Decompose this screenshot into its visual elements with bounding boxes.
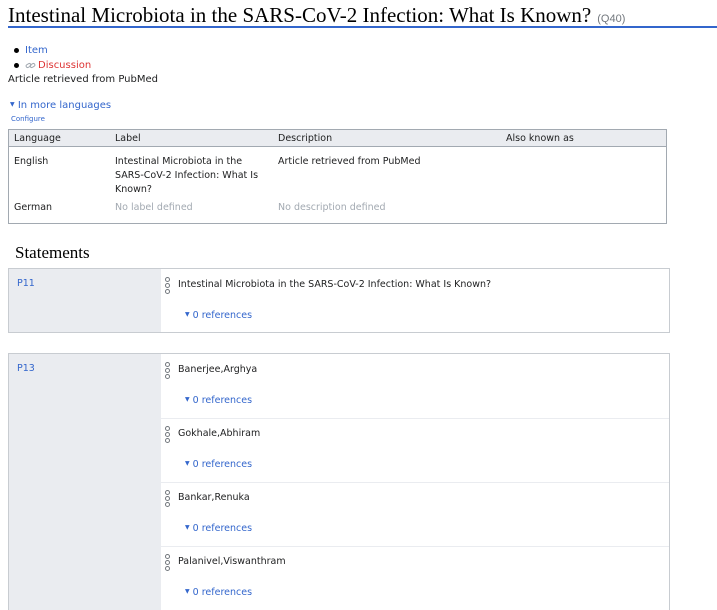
rank-normal-icon[interactable] (164, 362, 170, 379)
aliases-cell[interactable] (501, 197, 667, 224)
language-cell: English (14, 156, 49, 167)
table-row: German No label defined No description d… (9, 197, 667, 224)
page-title: Intestinal Microbiota in the SARS-CoV-2 … (8, 3, 592, 27)
configure-link[interactable]: Configure (11, 115, 45, 123)
bullet-icon (14, 63, 19, 68)
col-aliases: Also known as (501, 129, 667, 147)
references-toggle[interactable]: ▼ 0 references (185, 459, 252, 470)
statement-value-text[interactable]: Banerjee,Arghya (178, 364, 257, 375)
property-link[interactable]: P11 (17, 278, 35, 289)
property-cell: P11 (9, 269, 161, 332)
statement-value: Banerjee,Arghya ▼ 0 references (161, 354, 669, 419)
references-count: 0 references (192, 395, 253, 406)
references-count: 0 references (192, 587, 253, 598)
col-label: Label (110, 129, 273, 147)
language-table-header: Language Label Description Also known as (8, 129, 667, 147)
property-cell: P13 (9, 354, 161, 610)
label-cell[interactable]: No label defined (110, 197, 273, 224)
rank-normal-icon[interactable] (164, 554, 170, 571)
property-link[interactable]: P13 (17, 363, 35, 374)
statement-value-text[interactable]: Palanivel,Viswanthram (178, 556, 286, 567)
references-toggle[interactable]: ▼ 0 references (185, 587, 252, 598)
namespace-tabs: Item Discussion (8, 43, 91, 73)
rank-normal-icon[interactable] (164, 490, 170, 507)
link-icon (25, 63, 36, 68)
description-cell[interactable]: Article retrieved from PubMed (273, 147, 501, 198)
col-language: Language (8, 129, 110, 147)
page-heading: Intestinal Microbiota in the SARS-CoV-2 … (8, 4, 717, 28)
language-cell: German (14, 202, 53, 213)
table-row: English Intestinal Microbiota in the SAR… (9, 147, 667, 198)
references-toggle[interactable]: ▼ 0 references (185, 395, 252, 406)
item-description: Article retrieved from PubMed (8, 74, 158, 85)
rank-normal-icon[interactable] (164, 277, 170, 294)
statement-value-text[interactable]: Gokhale,Abhiram (178, 428, 260, 439)
item-id: (Q40) (597, 13, 626, 25)
rank-normal-icon[interactable] (164, 426, 170, 443)
more-languages-toggle[interactable]: ▼ In more languages (10, 100, 111, 111)
triangle-down-icon: ▼ (185, 588, 190, 595)
references-count: 0 references (192, 310, 253, 321)
statement-group-p13: P13 Banerjee,Arghya ▼ 0 references Gokha… (8, 353, 670, 610)
triangle-down-icon: ▼ (185, 460, 190, 467)
references-count: 0 references (192, 459, 253, 470)
statement-value: Gokhale,Abhiram ▼ 0 references (161, 418, 669, 483)
description-cell[interactable]: No description defined (273, 197, 501, 224)
triangle-down-icon: ▼ (185, 396, 190, 403)
references-toggle[interactable]: ▼ 0 references (185, 523, 252, 534)
statement-group-p11: P11 Intestinal Microbiota in the SARS-Co… (8, 268, 670, 333)
statements-heading: Statements (15, 243, 90, 262)
aliases-cell[interactable] (501, 147, 667, 198)
statement-value: Palanivel,Viswanthram ▼ 0 references (161, 546, 669, 610)
statement-value: Intestinal Microbiota in the SARS-CoV-2 … (161, 269, 669, 333)
references-count: 0 references (192, 523, 253, 534)
triangle-down-icon: ▼ (10, 101, 15, 108)
language-table: Language Label Description Also known as… (8, 129, 667, 224)
more-languages-label: In more languages (17, 100, 112, 111)
tab-item[interactable]: Item (8, 43, 91, 58)
triangle-down-icon: ▼ (185, 311, 190, 318)
tab-item-label[interactable]: Item (25, 43, 48, 58)
tab-discussion-label[interactable]: Discussion (38, 58, 91, 73)
references-toggle[interactable]: ▼ 0 references (185, 310, 252, 321)
triangle-down-icon: ▼ (185, 524, 190, 531)
statement-value-text[interactable]: Intestinal Microbiota in the SARS-CoV-2 … (178, 279, 491, 290)
label-cell[interactable]: Intestinal Microbiota in the SARS-CoV-2 … (110, 147, 273, 198)
col-description: Description (273, 129, 501, 147)
tab-discussion[interactable]: Discussion (8, 58, 91, 73)
statement-value-text[interactable]: Bankar,Renuka (178, 492, 250, 503)
statement-value: Bankar,Renuka ▼ 0 references (161, 482, 669, 547)
bullet-icon (14, 48, 19, 53)
